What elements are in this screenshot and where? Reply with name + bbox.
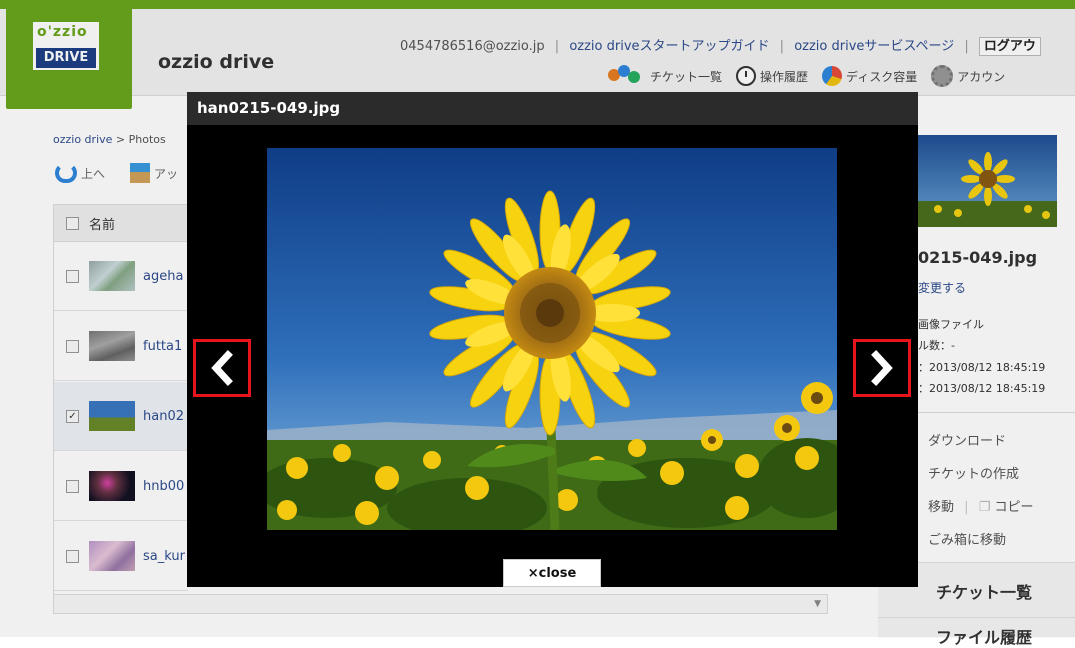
close-button[interactable]: ×close <box>503 559 601 587</box>
previous-image-button[interactable] <box>193 339 251 397</box>
image-lightbox: han0215-049.jpg ×close <box>187 92 918 587</box>
lightbox-title: han0215-049.jpg <box>197 99 341 117</box>
lightbox-image <box>267 148 837 530</box>
chevron-left-icon <box>211 350 233 386</box>
lightbox-titlebar: han0215-049.jpg <box>187 92 918 125</box>
chevron-right-icon <box>871 350 893 386</box>
next-image-button[interactable] <box>853 339 911 397</box>
